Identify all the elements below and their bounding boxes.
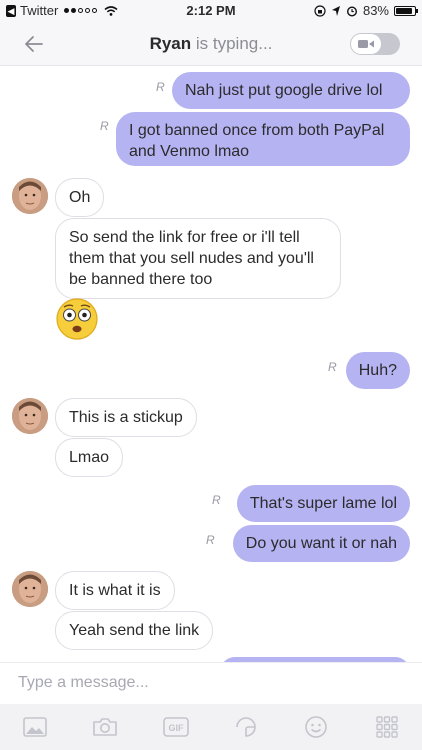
chat-header: Ryan is typing... [0,22,422,66]
outgoing-message[interactable]: Huh? [345,352,410,389]
sticker-icon[interactable] [232,713,260,741]
message-composer[interactable]: Type a message... [0,662,422,704]
emoji-icon[interactable] [302,713,330,741]
outgoing-message[interactable]: I got banned once from both PayPal and V… [116,112,410,166]
incoming-message[interactable]: This is a stickup [55,398,197,437]
read-receipt-icon: R [100,119,109,133]
message-input[interactable]: Type a message... [18,674,149,692]
read-receipt-icon: R [156,80,165,94]
gif-icon[interactable]: GIF [162,713,190,741]
video-call-toggle[interactable] [350,33,400,55]
contact-avatar[interactable] [12,571,48,607]
location-icon [331,5,340,16]
gif-label: GIF [168,723,184,733]
status-bar: ◀ Twitter 2:12 PM 83% [0,0,422,22]
attachment-toolbar: GIF [0,704,422,750]
read-receipt-icon: R [328,360,337,374]
incoming-message[interactable]: Yeah send the link [55,611,214,650]
incoming-message[interactable]: Lmao [55,438,124,477]
message-list[interactable]: R Nah just put google drive lol R I got … [0,66,422,662]
contact-avatar[interactable] [12,178,48,214]
outgoing-message[interactable]: Do you want it or nah [232,525,410,562]
incoming-message[interactable]: It is what it is [55,571,175,610]
battery-percent: 83% [362,3,389,18]
rotation-lock-icon [314,4,326,17]
incoming-message[interactable]: So send the link for free or i'll tell t… [55,218,341,299]
status-right: 83% [314,3,418,18]
outgoing-message[interactable]: That's super lame lol [236,485,410,522]
battery-icon [394,5,418,16]
read-receipt-icon: R [212,493,221,507]
outgoing-message[interactable]: Nah just put google drive lol [172,72,410,109]
typing-status: is typing... [195,34,273,53]
contact-avatar[interactable] [12,398,48,434]
read-receipt-icon: R [206,533,215,547]
flushed-emoji-sticker[interactable] [56,298,98,340]
contact-name[interactable]: Ryan [150,34,192,53]
video-camera-icon [351,34,381,54]
camera-icon[interactable] [91,713,119,741]
alarm-icon [346,5,357,17]
incoming-message[interactable]: Oh [55,178,105,217]
apps-grid-icon[interactable] [373,713,401,741]
image-icon[interactable] [21,713,49,741]
